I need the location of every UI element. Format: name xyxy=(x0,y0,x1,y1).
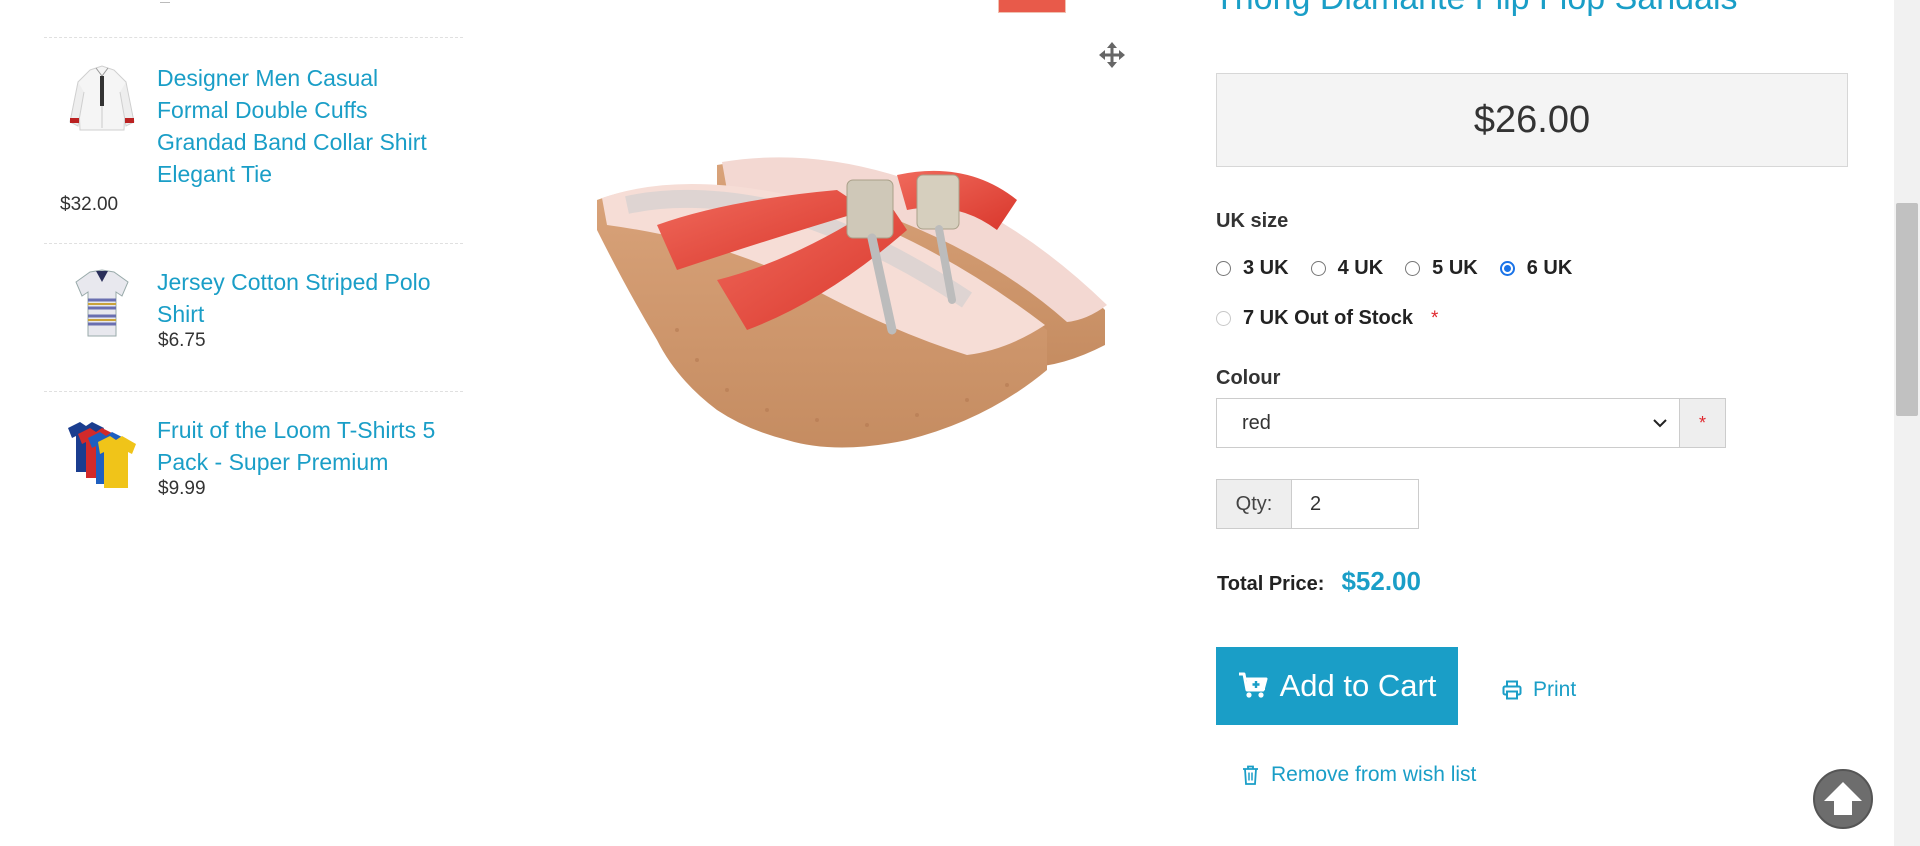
printer-icon xyxy=(1502,680,1522,700)
radio-button-selected[interactable] xyxy=(1499,261,1515,276)
size-option-label: 4 UK xyxy=(1337,257,1384,279)
list-item: Jersey Cotton Striped Polo Shirt $6.75 xyxy=(44,244,463,392)
shirt-thumbnail[interactable] xyxy=(64,62,140,138)
required-marker: * xyxy=(1431,307,1439,329)
sidebar-product-price: $9.99 xyxy=(158,478,206,499)
product-image[interactable] xyxy=(567,0,1137,585)
colour-select-group: red * xyxy=(1216,398,1726,448)
total-price-row: Total Price: $52.00 xyxy=(1217,566,1421,597)
quantity-group: Qty: 2 xyxy=(1216,479,1419,529)
size-option-5uk[interactable]: 5 UK xyxy=(1405,257,1478,280)
scrollbar-thumb[interactable] xyxy=(1896,203,1918,416)
size-option-label: 3 UK xyxy=(1243,257,1289,279)
list-item: Designer Men Casual Formal Double Cuffs … xyxy=(44,38,463,244)
chevron-down-icon xyxy=(1653,419,1667,428)
size-label: UK size xyxy=(1216,210,1289,232)
page-scrollbar[interactable] xyxy=(1894,0,1920,846)
move-icon[interactable] xyxy=(1098,41,1126,69)
back-to-top-button[interactable] xyxy=(1813,769,1873,829)
add-to-cart-button[interactable]: Add to Cart xyxy=(1216,647,1458,725)
sidebar-product-link[interactable]: Designer Men Casual Formal Double Cuffs … xyxy=(157,62,447,190)
size-option-6uk[interactable]: 6 UK xyxy=(1499,257,1573,280)
size-option-4uk[interactable]: 4 UK xyxy=(1310,257,1384,280)
product-title: Thong Diamante Flip Flop Sandals xyxy=(1214,0,1854,18)
cart-plus-icon xyxy=(1238,672,1268,698)
quantity-input[interactable]: 2 xyxy=(1292,479,1419,529)
size-option-3uk[interactable]: 3 UK xyxy=(1216,257,1289,280)
colour-select[interactable]: red xyxy=(1216,398,1680,448)
price-value: $26.00 xyxy=(1473,98,1591,141)
radio-button[interactable] xyxy=(1216,261,1231,276)
radio-button-disabled xyxy=(1216,311,1231,326)
polo-shirt-thumbnail[interactable] xyxy=(64,266,140,342)
sidebar-product-link[interactable]: Jersey Cotton Striped Polo Shirt xyxy=(157,266,447,330)
add-to-cart-label: Add to Cart xyxy=(1279,668,1437,703)
remove-from-wishlist-link[interactable]: Remove from wish list xyxy=(1242,763,1476,787)
print-link[interactable]: Print xyxy=(1502,678,1576,702)
size-option-label: 5 UK xyxy=(1432,257,1478,279)
related-products-sidebar: Designer Men Casual Formal Double Cuffs … xyxy=(44,0,463,517)
radio-button[interactable] xyxy=(1405,261,1421,276)
sidebar-product-price: $6.75 xyxy=(158,330,206,351)
qty-label: Qty: xyxy=(1216,479,1292,529)
required-marker: * xyxy=(1680,398,1726,448)
trash-icon xyxy=(1243,765,1258,785)
size-option-7uk-out-of-stock: 7 UK Out of Stock xyxy=(1216,307,1413,330)
sidebar-previous-item-edge xyxy=(44,0,463,38)
total-price-value: $52.00 xyxy=(1341,566,1421,596)
size-options-row-2: 7 UK Out of Stock * xyxy=(1216,307,1438,330)
sidebar-product-price: $32.00 xyxy=(60,194,119,215)
size-option-label: 7 UK Out of Stock xyxy=(1243,307,1414,329)
remove-from-wishlist-label: Remove from wish list xyxy=(1271,763,1477,786)
back-to-top-icon xyxy=(1824,782,1862,815)
sidebar-product-link[interactable]: Fruit of the Loom T-Shirts 5 Pack - Supe… xyxy=(157,414,447,478)
size-options: 3 UK 4 UK 5 UK 6 UK xyxy=(1216,257,1594,280)
product-price: $26.00 xyxy=(1216,73,1848,167)
print-label: Print xyxy=(1533,678,1577,701)
tshirts-pack-thumbnail[interactable] xyxy=(64,414,140,490)
colour-label: Colour xyxy=(1216,367,1281,389)
list-item: Fruit of the Loom T-Shirts 5 Pack - Supe… xyxy=(44,392,463,517)
radio-button[interactable] xyxy=(1310,261,1326,276)
colour-selected-value: red xyxy=(1242,411,1271,434)
total-price-label: Total Price: xyxy=(1217,573,1325,595)
size-option-label: 6 UK xyxy=(1526,257,1573,279)
